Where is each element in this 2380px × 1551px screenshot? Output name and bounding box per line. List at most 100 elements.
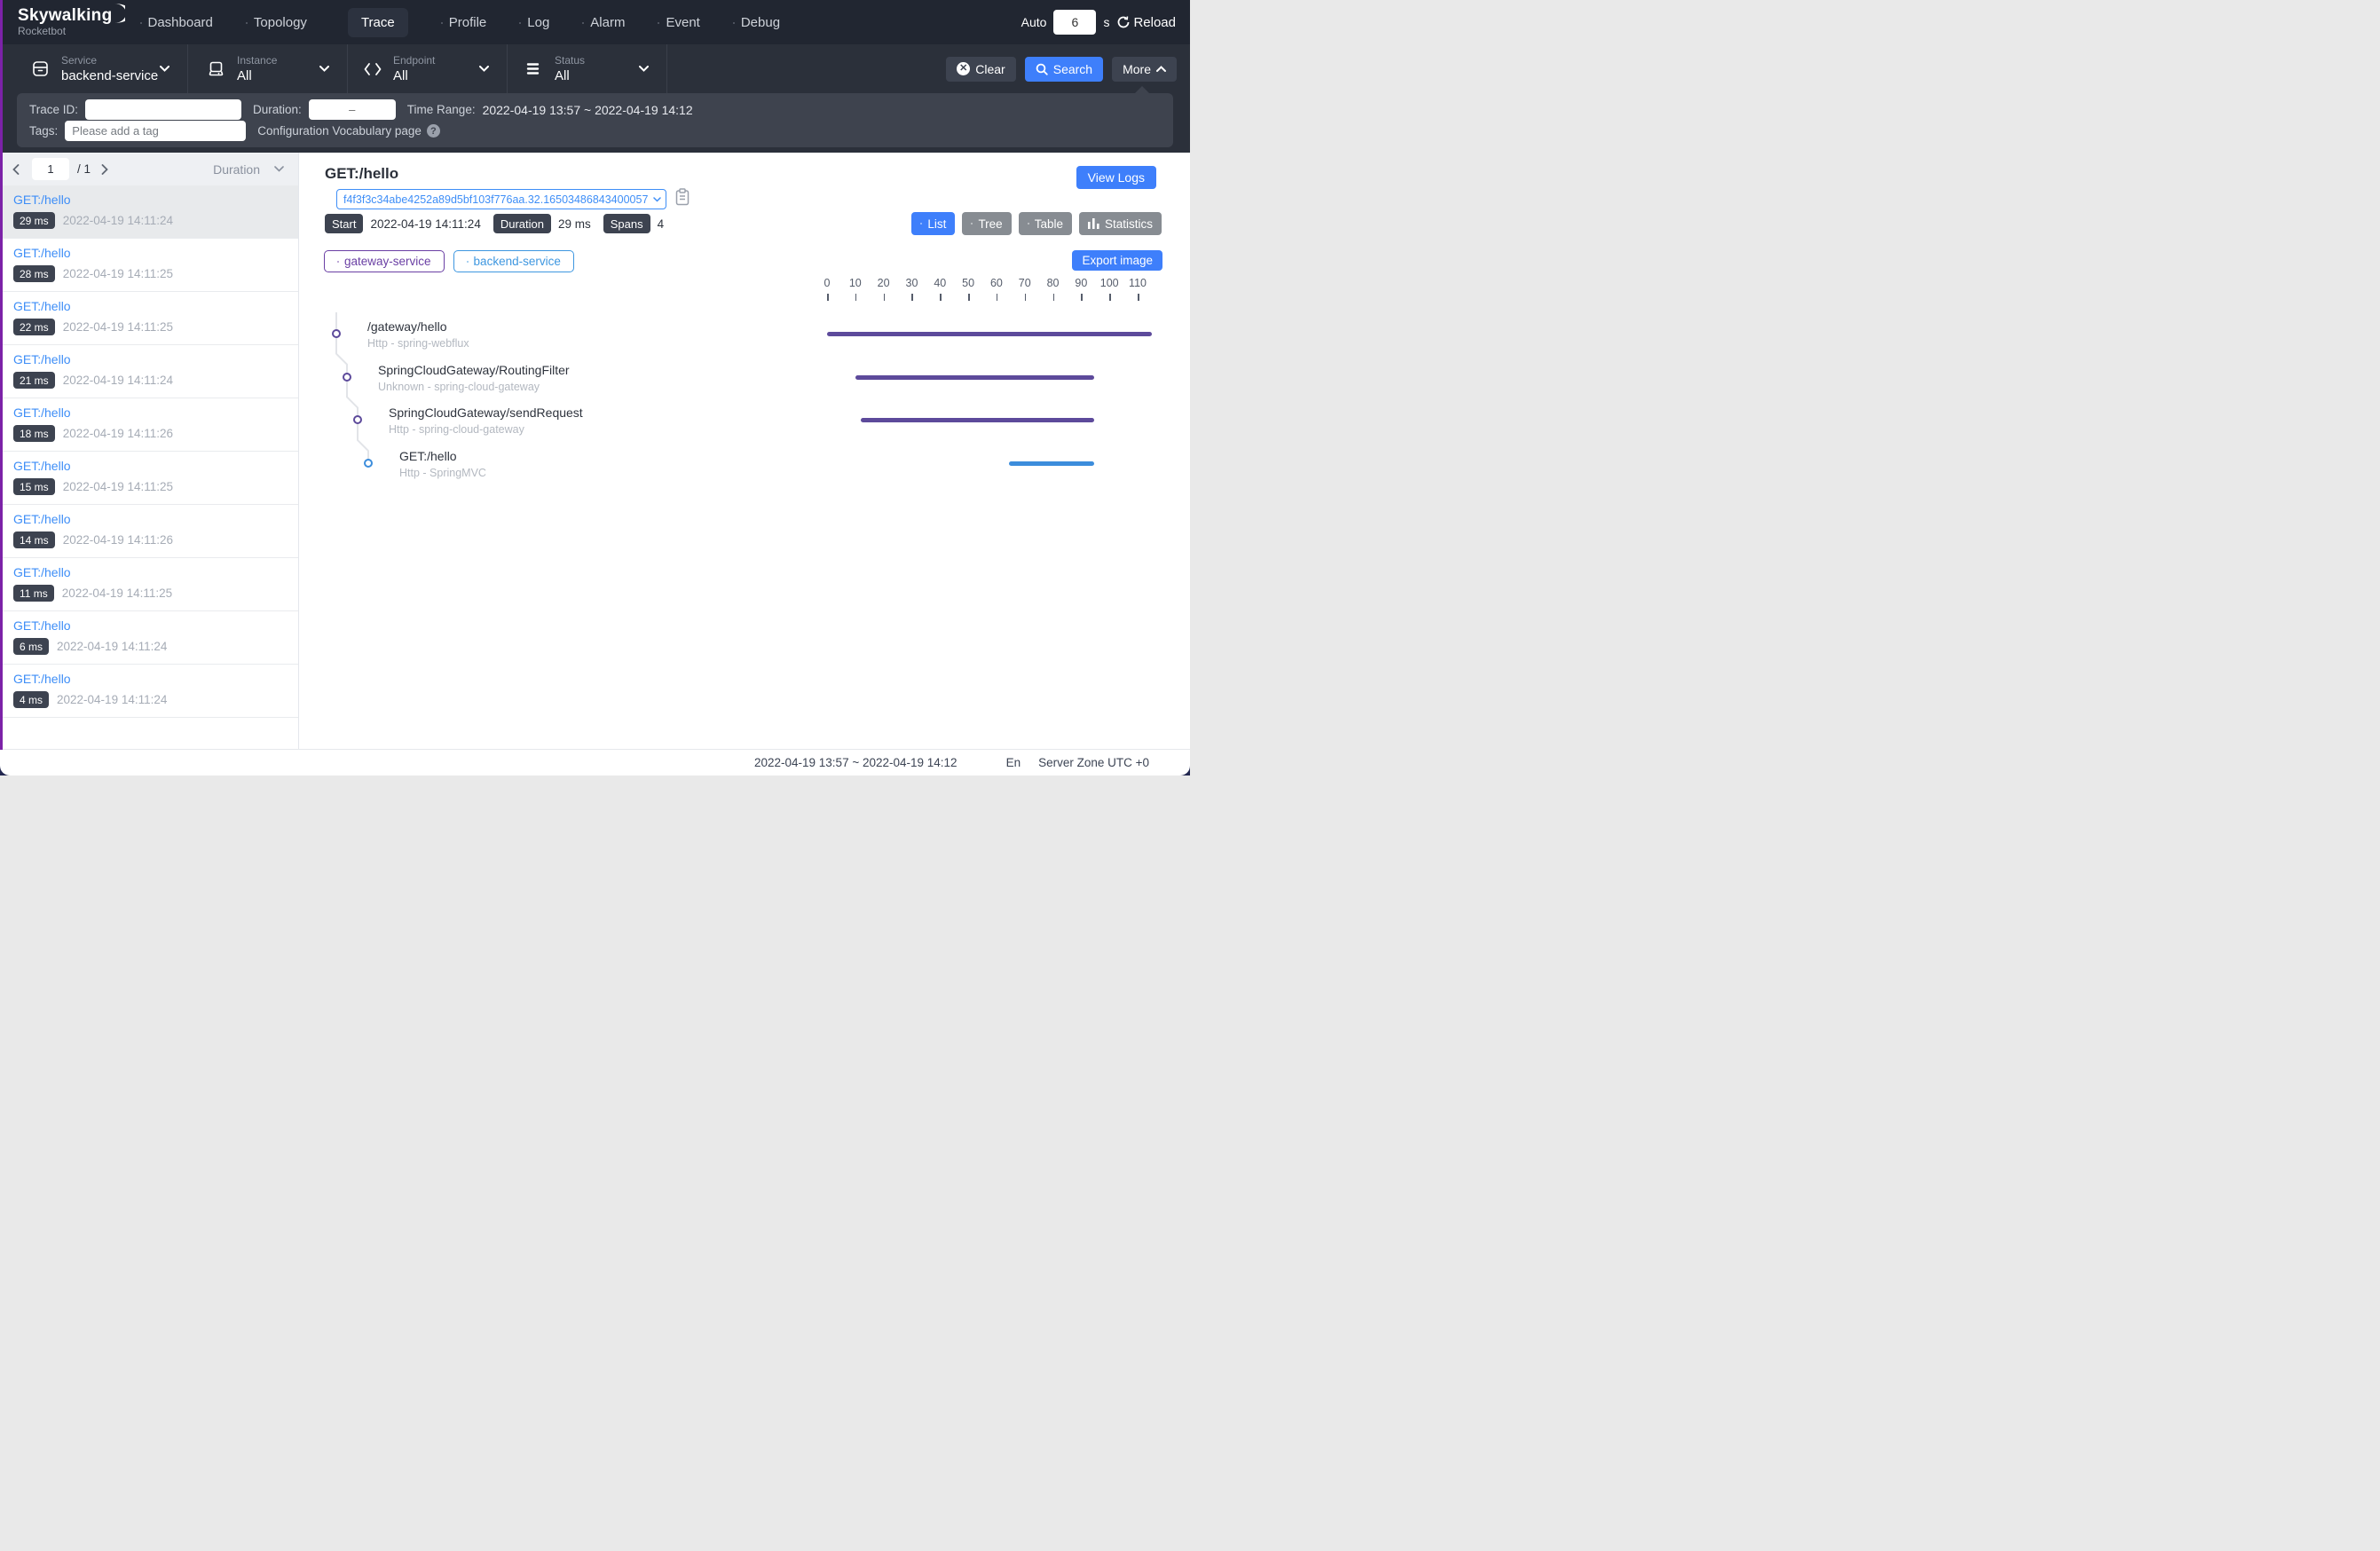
bar-chart-icon bbox=[1088, 218, 1099, 229]
instance-selector[interactable]: Instance All bbox=[188, 44, 348, 93]
trace-item-timestamp: 2022-04-19 14:11:24 bbox=[63, 374, 173, 387]
axis-tick-mark bbox=[997, 294, 998, 301]
view-logs-button[interactable]: View Logs bbox=[1076, 166, 1156, 189]
trace-item-title[interactable]: GET:/hello bbox=[13, 618, 71, 633]
dot-icon bbox=[337, 261, 339, 263]
footer-time-range[interactable]: 2022-04-19 13:57 ~ 2022-04-19 14:12 bbox=[754, 756, 958, 769]
trace-list-header: / 1 Duration bbox=[0, 153, 298, 185]
span-duration-bar[interactable] bbox=[1009, 461, 1093, 466]
span-name[interactable]: GET:/hello bbox=[399, 449, 457, 463]
span-node-dot[interactable] bbox=[332, 329, 341, 338]
trace-list-item[interactable]: GET:/hello 6 ms2022-04-19 14:11:24 bbox=[0, 611, 298, 665]
chip-gateway-service[interactable]: gateway-service bbox=[324, 250, 445, 272]
trace-id-select-value: f4f3f3c34abe4252a89d5bf103f776aa.32.1650… bbox=[343, 193, 648, 206]
footer-language[interactable]: En bbox=[1006, 756, 1021, 769]
nav-item-trace[interactable]: Trace bbox=[348, 8, 408, 37]
chip-backend-service[interactable]: backend-service bbox=[453, 250, 574, 272]
endpoint-selector[interactable]: Endpoint All bbox=[348, 44, 508, 93]
nav-menu: Dashboard Topology Trace Profile Log Alarm Eve… bbox=[148, 8, 781, 37]
span-row[interactable]: SpringCloudGateway/sendRequestHttp - spr… bbox=[299, 398, 1190, 442]
nav-item-log[interactable]: Log bbox=[527, 15, 549, 30]
time-range-label: Time Range: bbox=[407, 103, 476, 116]
span-node-dot[interactable] bbox=[343, 373, 351, 382]
nav-item-dashboard[interactable]: Dashboard bbox=[148, 15, 213, 30]
instance-device-icon bbox=[208, 60, 225, 77]
span-duration-bar[interactable] bbox=[827, 332, 1152, 336]
mode-list-button[interactable]: List bbox=[911, 212, 955, 235]
bottom-left-corner bbox=[0, 766, 10, 776]
span-duration-bar[interactable] bbox=[855, 375, 1094, 380]
trace-id-select[interactable]: f4f3f3c34abe4252a89d5bf103f776aa.32.1650… bbox=[336, 189, 666, 209]
vocabulary-link[interactable]: Configuration Vocabulary page ? bbox=[257, 124, 440, 138]
trace-list-item[interactable]: GET:/hello18 ms2022-04-19 14:11:26 bbox=[0, 398, 298, 452]
nav-item-profile[interactable]: Profile bbox=[449, 15, 487, 30]
axis-tick-mark bbox=[968, 294, 970, 301]
trace-item-title[interactable]: GET:/hello bbox=[13, 193, 71, 207]
next-page-button[interactable] bbox=[99, 164, 110, 175]
trace-item-title[interactable]: GET:/hello bbox=[13, 459, 71, 473]
mode-tree-button[interactable]: Tree bbox=[962, 212, 1011, 235]
page-number-input[interactable] bbox=[32, 158, 69, 180]
sort-dropdown[interactable]: Duration bbox=[213, 162, 284, 177]
start-badge: Start bbox=[325, 214, 363, 233]
footer-server-zone[interactable]: Server Zone UTC +0 bbox=[1038, 756, 1149, 769]
duration-badge: Duration bbox=[493, 214, 551, 233]
sort-label: Duration bbox=[213, 162, 260, 177]
trace-list: GET:/hello29 ms2022-04-19 14:11:24GET:/h… bbox=[0, 185, 298, 750]
status-selector[interactable]: Status All bbox=[508, 44, 667, 93]
trace-list-item[interactable]: GET:/hello28 ms2022-04-19 14:11:25 bbox=[0, 239, 298, 292]
span-row[interactable]: GET:/helloHttp - SpringMVC bbox=[299, 442, 1190, 485]
mode-table-button[interactable]: Table bbox=[1019, 212, 1072, 235]
nav-item-topology[interactable]: Topology bbox=[254, 15, 307, 30]
tags-input[interactable] bbox=[65, 121, 246, 141]
trace-item-title[interactable]: GET:/hello bbox=[13, 565, 71, 579]
axis-tick-label: 110 bbox=[1120, 277, 1155, 289]
question-mark-icon: ? bbox=[427, 124, 440, 138]
span-duration-bar[interactable] bbox=[861, 418, 1094, 422]
app-logo[interactable]: Skywalking Rocketbot bbox=[18, 7, 125, 37]
mode-statistics-button[interactable]: Statistics bbox=[1079, 212, 1162, 235]
span-component: Http - spring-webflux bbox=[367, 337, 469, 350]
duration-input[interactable] bbox=[309, 99, 396, 120]
more-button[interactable]: More bbox=[1112, 57, 1177, 82]
time-range-value[interactable]: 2022-04-19 13:57 ~ 2022-04-19 14:12 bbox=[483, 103, 693, 117]
trace-list-item[interactable]: GET:/hello22 ms2022-04-19 14:11:25 bbox=[0, 292, 298, 345]
span-row[interactable]: /gateway/hello Http - spring-webflux bbox=[299, 312, 1190, 356]
service-label: Service bbox=[61, 54, 158, 67]
axis-tick-mark bbox=[855, 294, 857, 301]
trace-item-duration-badge: 29 ms bbox=[13, 212, 55, 229]
trace-list-item[interactable]: GET:/hello21 ms2022-04-19 14:11:24 bbox=[0, 345, 298, 398]
search-button[interactable]: Search bbox=[1025, 57, 1103, 82]
export-image-button[interactable]: Export image bbox=[1072, 250, 1162, 271]
trace-list-item[interactable]: GET:/hello4 ms2022-04-19 14:11:24 bbox=[0, 665, 298, 718]
trace-item-title[interactable]: GET:/hello bbox=[13, 246, 71, 260]
nav-item-alarm[interactable]: Alarm bbox=[590, 15, 625, 30]
span-name[interactable]: SpringCloudGateway/sendRequest bbox=[389, 405, 583, 420]
auto-interval-input[interactable] bbox=[1053, 10, 1096, 35]
trace-list-item[interactable]: GET:/hello14 ms2022-04-19 14:11:26 bbox=[0, 505, 298, 558]
reload-icon bbox=[1116, 15, 1131, 29]
trace-list-item[interactable]: GET:/hello15 ms2022-04-19 14:11:25 bbox=[0, 452, 298, 505]
span-name[interactable]: /gateway/hello bbox=[367, 319, 447, 334]
span-name[interactable]: SpringCloudGateway/RoutingFilter bbox=[378, 363, 570, 377]
nav-item-debug[interactable]: Debug bbox=[741, 15, 780, 30]
span-row[interactable]: SpringCloudGateway/RoutingFilterUnknown … bbox=[299, 356, 1190, 399]
trace-item-title[interactable]: GET:/hello bbox=[13, 672, 71, 686]
prev-page-button[interactable] bbox=[11, 164, 21, 175]
clear-button[interactable]: ✕ Clear bbox=[946, 57, 1015, 82]
trace-item-title[interactable]: GET:/hello bbox=[13, 352, 71, 366]
trace-item-duration-badge: 15 ms bbox=[13, 478, 55, 495]
trace-item-title[interactable]: GET:/hello bbox=[13, 512, 71, 526]
trace-list-item[interactable]: GET:/hello11 ms2022-04-19 14:11:25 bbox=[0, 558, 298, 611]
trace-id-input[interactable] bbox=[85, 99, 241, 120]
trace-item-title[interactable]: GET:/hello bbox=[13, 299, 71, 313]
trace-list-item[interactable]: GET:/hello29 ms2022-04-19 14:11:24 bbox=[0, 185, 298, 239]
more-panel: Trace ID: Duration: Time Range: 2022-04-… bbox=[17, 93, 1173, 147]
chevron-down-icon bbox=[653, 197, 661, 202]
nav-item-event[interactable]: Event bbox=[666, 15, 699, 30]
reload-button[interactable]: Reload bbox=[1116, 15, 1176, 30]
trace-item-meta: 6 ms2022-04-19 14:11:24 bbox=[13, 638, 167, 655]
service-selector[interactable]: Service backend-service bbox=[0, 44, 188, 93]
copy-clipboard-icon[interactable] bbox=[675, 188, 690, 210]
trace-item-title[interactable]: GET:/hello bbox=[13, 405, 71, 420]
